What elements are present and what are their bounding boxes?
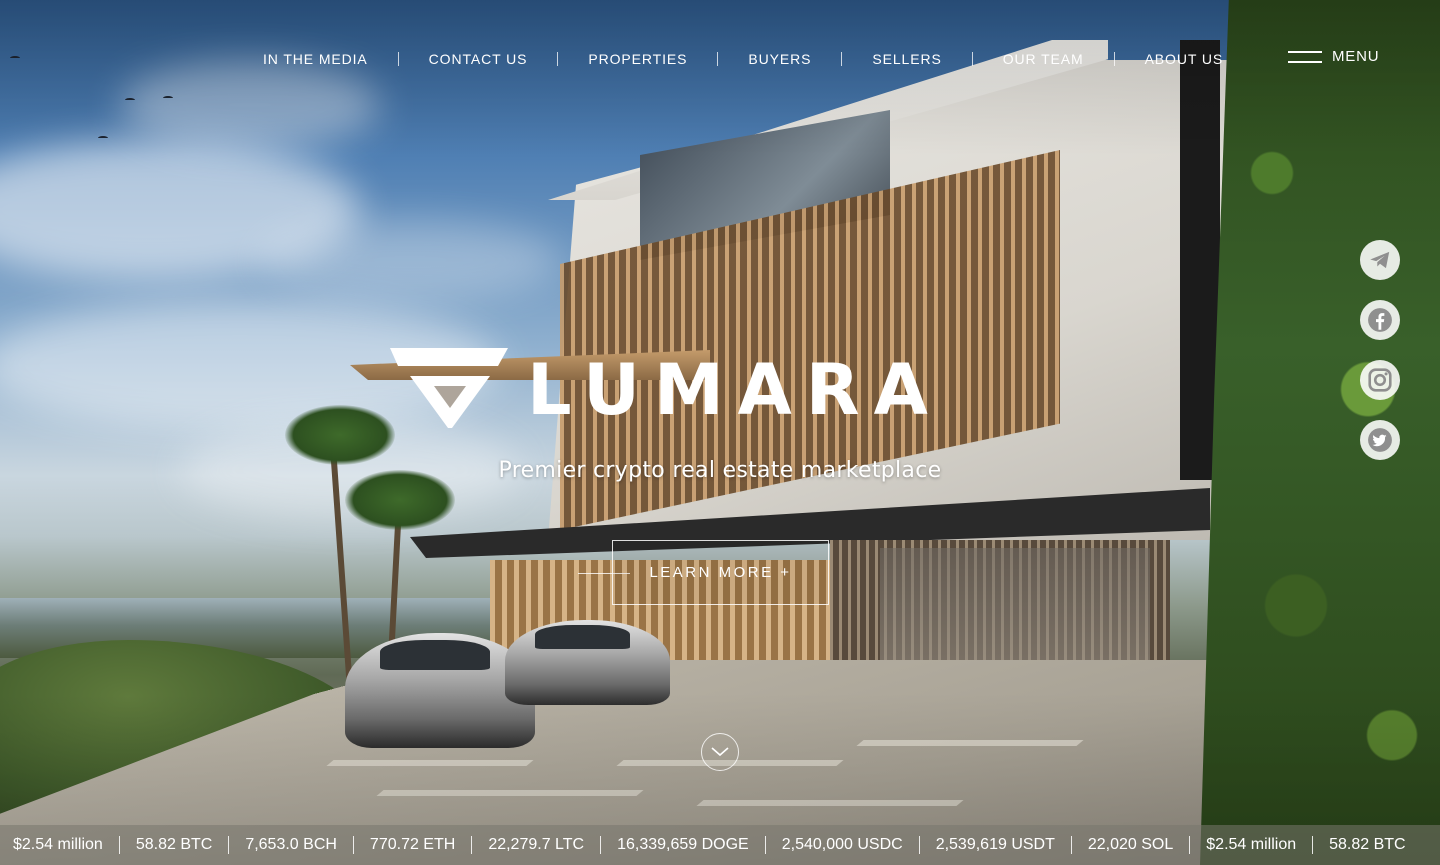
hamburger-icon (1288, 50, 1322, 63)
chevron-down-icon (711, 747, 729, 757)
twitter-icon (1368, 428, 1392, 452)
ticker-item: 16,339,659 DOGE (617, 836, 749, 853)
ticker-item: 58.82 BTC (135, 836, 213, 853)
nav-item-sellers[interactable]: SELLERS (842, 50, 971, 68)
ticker-item: 2,540,000 USDC (781, 836, 903, 853)
ticker-item: 22,020 SOL (1087, 836, 1174, 853)
ticker-item: 7,653.0 BCH (245, 836, 337, 853)
ticker-item: 2,539,619 USDT (935, 836, 1055, 853)
telegram-icon (1370, 251, 1390, 269)
top-navigation: IN THE MEDIA CONTACT US PROPERTIES BUYER… (233, 50, 1253, 68)
nav-item-about-us[interactable]: ABOUT US (1115, 50, 1254, 68)
menu-button[interactable]: MENU (1288, 48, 1379, 65)
ticker-item: $2.54 million (13, 836, 103, 853)
ticker-item: 58.82 BTC (1329, 836, 1406, 853)
logo-mark-icon (390, 348, 508, 428)
nav-item-contact-us[interactable]: CONTACT US (399, 50, 558, 68)
logo-wordmark: LUMARA (527, 349, 942, 431)
ticker-item: 770.72 ETH (369, 836, 456, 853)
learn-more-button[interactable]: LEARN MORE + (612, 540, 829, 605)
nav-item-our-team[interactable]: OUR TEAM (973, 50, 1114, 68)
scroll-down-button[interactable] (701, 733, 739, 771)
facebook-icon (1368, 308, 1392, 332)
nav-item-properties[interactable]: PROPERTIES (558, 50, 717, 68)
twitter-button[interactable] (1360, 420, 1400, 460)
price-ticker: $2.54 million 58.82 BTC 7,653.0 BCH 770.… (0, 825, 1440, 865)
social-links (1360, 240, 1400, 460)
ticker-item: $2.54 million (1206, 836, 1297, 853)
telegram-button[interactable] (1360, 240, 1400, 280)
ticker-item: 22,279.7 LTC (488, 836, 585, 853)
menu-label: MENU (1332, 48, 1380, 65)
nav-item-in-the-media[interactable]: IN THE MEDIA (233, 50, 398, 68)
instagram-icon (1368, 368, 1392, 392)
instagram-button[interactable] (1360, 360, 1400, 400)
nav-item-buyers[interactable]: BUYERS (718, 50, 841, 68)
lumara-logo: LUMARA (390, 345, 1020, 430)
facebook-button[interactable] (1360, 300, 1400, 340)
hero-tagline: Premier crypto real estate marketplace (498, 458, 942, 483)
